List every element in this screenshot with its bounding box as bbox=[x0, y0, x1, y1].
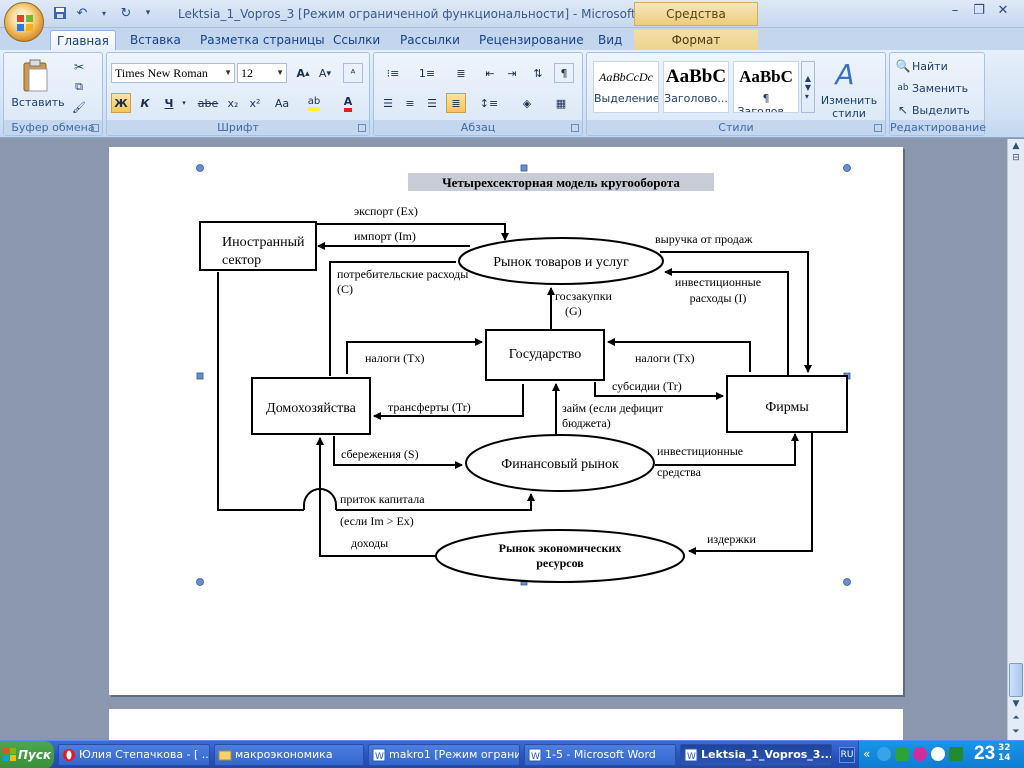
clock-minutes-seconds[interactable]: 32 14 bbox=[998, 743, 1011, 763]
label-savings: сбережения (S) bbox=[341, 447, 419, 461]
word-doc-icon: W bbox=[528, 748, 542, 762]
label-capital-inflow-1: приток капитала bbox=[340, 492, 425, 506]
antivirus-icon[interactable] bbox=[895, 747, 909, 761]
label-capital-inflow-2: (если Im > Ex) bbox=[340, 514, 414, 528]
task-label: Юлия Степачкова - [ ... bbox=[79, 748, 210, 761]
folder-icon bbox=[218, 748, 232, 762]
prev-page-icon[interactable]: ⏶ bbox=[1010, 713, 1022, 725]
task-label: макроэкономика bbox=[235, 748, 333, 761]
node-government-label: Государство bbox=[509, 347, 582, 362]
label-loans-1: займ (если дефицит bbox=[562, 401, 664, 415]
label-income: доходы bbox=[351, 536, 388, 550]
label-subsidies: субсидии (Tr) bbox=[612, 379, 682, 393]
label-loans-2: бюджета) bbox=[562, 416, 611, 430]
clock-hours[interactable]: 23 bbox=[974, 743, 995, 765]
clock-minutes: 32 bbox=[998, 743, 1011, 753]
vertical-scrollbar[interactable]: ▲ ⊟ ▼ ⏶ ⏷ bbox=[1007, 139, 1024, 744]
label-taxes-households: налоги (Tx) bbox=[365, 351, 425, 365]
taskbar: Пуск Юлия Степачкова - [ ... макроэконом… bbox=[0, 740, 1024, 768]
windows-logo-icon bbox=[3, 748, 16, 761]
office-logo-icon bbox=[17, 15, 33, 31]
label-revenue: выручка от продаж bbox=[655, 232, 753, 246]
label-transfers: трансферты (Tr) bbox=[388, 400, 471, 414]
task-lektsia[interactable]: W Lektsia_1_Vopros_3... bbox=[680, 744, 832, 766]
node-foreign-label-2: сектор bbox=[222, 253, 261, 268]
next-page-icon[interactable]: ⏷ bbox=[1010, 727, 1022, 739]
label-import: импорт (Im) bbox=[354, 229, 416, 243]
label-investment-2: расходы (I) bbox=[690, 291, 747, 305]
label-consumer-1: потребительские расходы bbox=[337, 267, 468, 281]
split-handle-icon[interactable]: ⊟ bbox=[1010, 153, 1022, 165]
node-foreign-label-1: Иностранный bbox=[222, 235, 305, 250]
node-resource-label-1: Рынок экономических bbox=[499, 541, 622, 555]
language-indicator[interactable]: RU bbox=[839, 747, 855, 763]
svg-text:W: W bbox=[687, 752, 696, 762]
label-invest-funds-2: средства bbox=[657, 465, 702, 479]
clock-seconds: 14 bbox=[998, 753, 1011, 763]
network-icon[interactable] bbox=[877, 747, 891, 761]
label-gov-purchases-1: госзакупки bbox=[555, 289, 613, 303]
svg-text:W: W bbox=[375, 752, 384, 762]
task-label: Lektsia_1_Vopros_3... bbox=[701, 748, 832, 761]
node-firms-label: Фирмы bbox=[765, 400, 809, 415]
scroll-thumb[interactable] bbox=[1009, 663, 1023, 697]
task-folder[interactable]: макроэкономика bbox=[214, 744, 364, 766]
task-makro1[interactable]: W makro1 [Режим ограни... bbox=[368, 744, 520, 766]
node-households-label: Домохозяйства bbox=[266, 401, 356, 416]
office-button[interactable] bbox=[4, 2, 44, 42]
label-gov-purchases-2: (G) bbox=[565, 304, 582, 318]
word-doc-icon: W bbox=[684, 748, 698, 762]
circular-flow-diagram[interactable]: Четырехсекторная модель кругооборота Ино… bbox=[0, 0, 1024, 740]
task-label: 1-5 - Microsoft Word bbox=[545, 748, 656, 761]
tray-expand-icon[interactable]: « bbox=[863, 747, 870, 761]
label-costs: издержки bbox=[707, 532, 756, 546]
label-taxes-firms: налоги (Tx) bbox=[635, 351, 695, 365]
task-label: makro1 [Режим ограни... bbox=[389, 748, 520, 761]
word-doc-icon: W bbox=[372, 748, 386, 762]
scroll-up-icon[interactable]: ▲ bbox=[1010, 141, 1022, 153]
task-word-1-5[interactable]: W 1-5 - Microsoft Word bbox=[524, 744, 676, 766]
node-financial-label: Финансовый рынок bbox=[501, 457, 619, 472]
node-goods-market-label: Рынок товаров и услуг bbox=[493, 255, 629, 270]
scroll-down-icon[interactable]: ▼ bbox=[1010, 699, 1022, 711]
task-opera[interactable]: Юлия Степачкова - [ ... bbox=[58, 744, 210, 766]
tray-app-icon[interactable] bbox=[913, 747, 927, 761]
utorrent-icon[interactable] bbox=[949, 747, 963, 761]
opera-icon bbox=[62, 748, 76, 762]
node-resource-label-2: ресурсов bbox=[536, 556, 584, 570]
label-export: экспорт (Ex) bbox=[354, 204, 418, 218]
label-consumer-2: (C) bbox=[337, 282, 353, 296]
label-investment-1: инвестиционные bbox=[675, 275, 761, 289]
diagram-title: Четырехсекторная модель кругооборота bbox=[442, 175, 680, 190]
label-invest-funds-1: инвестиционные bbox=[657, 444, 743, 458]
volume-icon[interactable] bbox=[931, 747, 945, 761]
svg-text:W: W bbox=[531, 752, 540, 762]
